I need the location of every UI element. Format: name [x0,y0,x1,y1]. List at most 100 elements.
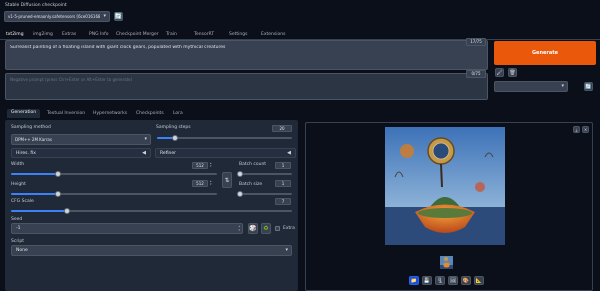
generate-label: Generate [531,50,559,56]
chevron-down-icon: ▾ [561,83,564,89]
sampling-method-dropdown[interactable]: DPM++ 2M Karras ▾ [11,134,151,145]
close-icon: × [583,127,588,132]
seed-label: Seed [11,217,23,222]
batch-size-handle[interactable] [237,191,243,197]
cfg-scale-input[interactable]: 7 [275,198,291,205]
send-to-img2img-button[interactable]: 🖼 [448,276,458,285]
chevron-down-icon: ▾ [103,13,106,19]
cfg-scale-fill [11,210,68,212]
collapse-arrow-icon: ◀ [287,150,291,156]
negative-token-counter: 0/75 [466,70,486,78]
styles-dropdown[interactable]: ▾ [494,81,568,92]
hires-fix-accordion[interactable]: Hires. fix ◀ [11,148,151,158]
script-label: Script [11,239,25,244]
prompt-textarea[interactable]: Surrealist painting of a floating island… [5,40,488,70]
refresh-checkpoint-button[interactable]: 🔄 [114,12,123,21]
open-folder-button[interactable]: 📁 [409,276,419,285]
save-icon: 💾 [423,277,431,284]
batch-count-label: Batch count [239,162,267,167]
sampling-steps-slider[interactable] [157,135,292,141]
refresh-styles-button[interactable]: 🔄 [584,82,593,91]
chevron-down-icon: ▾ [144,136,147,142]
subtab-textual-inversion[interactable]: Textual Inversion [47,111,85,116]
width-input[interactable]: 512 [192,162,208,169]
image-icon: 🖼 [449,277,457,284]
batch-size-label: Batch size [239,182,263,187]
subtab-generation[interactable]: Generation [7,109,41,118]
checkpoint-value: v1-5-pruned-emaonly.safetensors [6ce0161… [8,14,100,19]
close-output-button[interactable]: × [582,126,589,133]
sampling-method-label: Sampling method [11,125,51,130]
extras-icon: 📐 [475,277,483,284]
batch-size-slider[interactable] [237,191,292,197]
clear-prompt-button[interactable]: 🗑 [508,68,517,77]
random-seed-button[interactable]: 🎲 [248,223,258,234]
swap-dimensions-button[interactable]: ⇅ [222,172,232,188]
tab-train[interactable]: Train [166,32,177,37]
send-to-extras-button[interactable]: 📐 [474,276,484,285]
negative-prompt-textarea[interactable]: Negative prompt (press Ctrl+Enter or Alt… [5,73,488,100]
extra-checkbox[interactable] [275,226,280,231]
height-slider[interactable] [11,191,217,197]
sampling-steps-input[interactable]: 20 [272,125,292,132]
refiner-accordion[interactable]: Refiner ◀ [155,148,296,158]
checkpoint-label: Stable Diffusion checkpoint [5,3,67,8]
height-label: Height [11,182,26,187]
send-to-inpaint-button[interactable]: 🎨 [461,276,471,285]
sampling-steps-handle[interactable] [171,135,178,141]
height-spinner-icon[interactable]: ▴ ▾ [210,180,213,186]
tab-tensorrt[interactable]: TensorRT [194,32,214,37]
width-spinner-icon[interactable]: ▴ ▾ [210,162,213,168]
download-output-button[interactable]: ⤓ [573,126,580,133]
subtab-hypernetworks[interactable]: Hypernetworks [93,111,127,116]
recycle-icon: ♻ [263,225,269,232]
batch-count-slider[interactable] [237,171,292,177]
batch-count-input[interactable]: 1 [275,162,291,169]
tab-png-info[interactable]: PNG Info [89,32,109,37]
batch-count-handle[interactable] [237,171,243,177]
refresh-icon: 🔄 [585,83,592,90]
trash-icon: 🗑 [509,69,516,76]
zip-icon: 🗜 [436,277,444,284]
subtab-lora[interactable]: Lora [173,111,183,116]
width-fill [11,173,59,175]
settings-panel [5,120,298,291]
prompt-token-counter: 17/75 [466,38,486,46]
collapse-arrow-icon: ◀ [142,150,146,156]
refiner-label: Refiner [160,151,176,156]
dice-icon: 🎲 [249,225,257,232]
apply-styles-button[interactable]: 🖌 [495,68,504,77]
generated-image[interactable] [385,127,505,245]
paint-icon: 🖌 [496,69,503,76]
swap-icon: ⇅ [224,176,230,184]
batch-size-input[interactable]: 1 [275,180,291,187]
main-tabs: txt2img img2img Extras PNG Info Checkpoint M… [0,29,600,40]
seed-value: -1 [16,226,21,231]
height-input[interactable]: 512 [192,180,208,187]
chevron-down-icon: ▾ [285,247,288,253]
cfg-scale-slider[interactable] [11,208,292,214]
tab-extras[interactable]: Extras [62,32,76,37]
extra-label: Extra [283,226,295,231]
cfg-scale-label: CFG Scale [11,199,34,204]
zip-button[interactable]: 🗜 [435,276,445,285]
script-dropdown[interactable]: None ▾ [11,245,292,256]
seed-spinner-icon[interactable]: ▴ ▾ [238,224,240,232]
script-value: None [16,248,28,253]
hires-fix-label: Hires. fix [16,151,36,156]
reuse-seed-button[interactable]: ♻ [261,223,271,234]
download-icon: ⤓ [575,127,578,132]
tab-extensions[interactable]: Extensions [261,32,285,37]
generate-button[interactable]: Generate [494,41,596,65]
folder-icon: 📁 [410,277,418,284]
tab-img2img[interactable]: img2img [33,32,53,37]
checkpoint-dropdown[interactable]: v1-5-pruned-emaonly.safetensors [6ce0161… [4,11,110,22]
subtab-checkpoints[interactable]: Checkpoints [136,111,164,116]
tab-checkpoint-merger[interactable]: Checkpoint Merger [116,32,159,37]
seed-input[interactable]: -1 ▴ ▾ [11,223,243,234]
save-button[interactable]: 💾 [422,276,432,285]
tab-settings[interactable]: Settings [229,32,247,37]
prompt-text: Surrealist painting of a floating island… [10,45,226,50]
output-thumbnail[interactable] [440,256,453,269]
width-slider[interactable] [11,171,217,177]
